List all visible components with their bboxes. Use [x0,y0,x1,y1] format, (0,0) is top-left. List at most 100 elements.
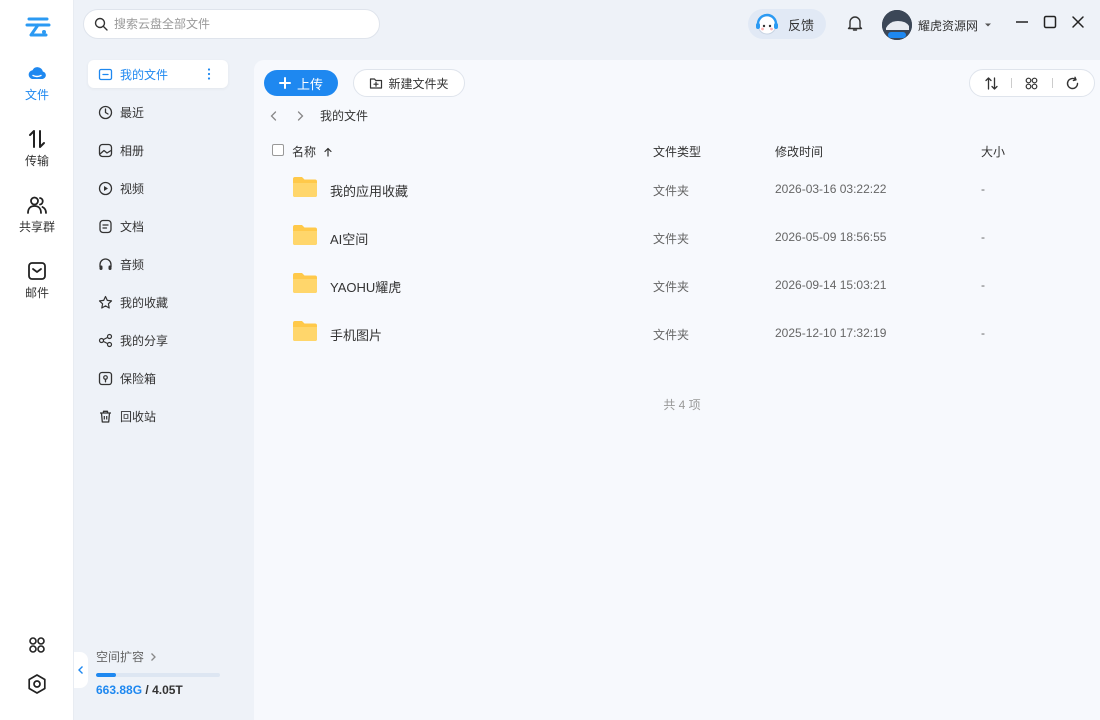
forward-icon[interactable] [294,110,306,122]
file-size: - [981,182,985,196]
rail-item-files[interactable]: 文件 [0,62,74,103]
top-bar: 反馈 耀虎资源网 [74,0,1100,48]
refresh-icon[interactable] [1065,76,1080,91]
nav-item-document[interactable]: 文档 [88,212,228,240]
rail-item-label: 邮件 [24,286,49,300]
rail-item-transfer[interactable]: 传输 [0,128,74,169]
bell-icon[interactable] [846,14,864,32]
settings-icon[interactable] [26,673,48,695]
divider [1011,78,1013,88]
column-header-type[interactable]: 文件类型 [653,143,701,160]
sidebar-collapse-button[interactable] [74,652,88,688]
file-size: - [981,278,985,292]
folder-icon [293,273,317,293]
more-options-icon[interactable] [207,67,211,81]
new-folder-icon [370,78,383,89]
nav-item-label: 最近 [120,105,145,120]
nav-item-shares[interactable]: 我的分享 [88,326,228,354]
feedback-label: 反馈 [788,17,815,33]
mail-icon [28,262,46,280]
nav-item-recent[interactable]: 最近 [88,98,228,126]
table-row[interactable]: 我的应用收藏 文件夹 2026-03-16 03:22:22 - [254,166,1100,214]
file-name: 我的应用收藏 [330,184,409,199]
upload-button[interactable]: 上传 [264,70,338,96]
caret-down-icon [985,23,992,27]
file-size: - [981,230,985,244]
table-header: 名称 文件类型 修改时间 大小 [272,140,1082,160]
nav-item-my-files[interactable]: 我的文件 [88,60,228,88]
storage-panel: 空间扩容 663.88G / 4.05T [96,648,220,697]
headphones-icon [99,257,112,270]
transfer-icon [29,130,45,148]
upload-label: 上传 [296,76,323,92]
file-type: 文件夹 [653,232,690,246]
file-type: 文件夹 [653,184,690,198]
column-header-size[interactable]: 大小 [981,143,1005,160]
chevron-left-icon [78,666,83,674]
sort-asc-icon [324,147,332,157]
grid-view-icon[interactable] [1024,76,1039,91]
nav-item-label: 保险箱 [120,371,157,386]
table-row[interactable]: YAOHU耀虎 文件夹 2026-09-14 15:03:21 - [254,262,1100,310]
apps-grid-icon[interactable] [26,634,48,656]
mascot-icon [756,13,778,35]
file-name: AI空间 [330,232,369,247]
username: 耀虎资源网 [918,18,979,33]
group-icon [27,196,47,214]
storage-expand-link[interactable]: 空间扩容 [96,648,220,665]
nav-item-audio[interactable]: 音频 [88,250,228,278]
minimize-icon[interactable] [1014,14,1030,30]
storage-bar [96,673,220,677]
close-icon[interactable] [1070,14,1086,30]
nav-item-trash[interactable]: 回收站 [88,402,228,430]
new-folder-button[interactable]: 新建文件夹 [353,69,465,97]
file-modified: 2026-09-14 15:03:21 [775,278,887,292]
column-header-name[interactable]: 名称 [292,143,333,160]
cloud-icon [28,67,46,79]
file-browser: 上传 新建文件夹 我的文件 名称 文件类型 修改时间 大小 我的应用收藏 文件夹… [254,60,1100,720]
nav-item-favorites[interactable]: 我的收藏 [88,288,228,316]
breadcrumb-current[interactable]: 我的文件 [320,107,368,124]
clock-icon [98,105,113,119]
user-menu[interactable]: 耀虎资源网 [882,10,992,40]
folder-icon [98,68,113,80]
folder-icon [293,321,317,341]
app-logo-icon [25,17,51,37]
rail-item-group[interactable]: 共享群 [0,194,74,235]
search-icon [94,17,108,31]
feedback-button[interactable]: 反馈 [748,9,826,39]
file-modified: 2025-12-10 17:32:19 [775,326,887,340]
column-header-modified[interactable]: 修改时间 [775,143,823,160]
table-row[interactable]: AI空间 文件夹 2026-05-09 18:56:55 - [254,214,1100,262]
nav-item-video[interactable]: 视频 [88,174,228,202]
nav-item-label: 相册 [120,143,145,158]
star-icon [98,295,113,309]
share-icon [98,333,113,347]
nav-item-album[interactable]: 相册 [88,136,228,164]
folder-icon [293,225,317,245]
sort-icon[interactable] [984,76,999,91]
storage-expand-label: 空间扩容 [96,650,145,664]
safe-icon [98,371,113,385]
nav-sidebar: 我的文件 最近 相册 视频 文档 音频 我的收藏 我的分享 保险箱 回收站 空间… [74,48,242,720]
table-row[interactable]: 手机图片 文件夹 2025-12-10 17:32:19 - [254,310,1100,358]
nav-item-label: 视频 [120,181,145,196]
file-name: YAOHU耀虎 [330,280,402,295]
back-icon[interactable] [268,110,280,122]
search-input[interactable] [114,17,364,31]
search-box[interactable] [83,9,380,39]
maximize-icon[interactable] [1042,14,1058,30]
new-folder-label: 新建文件夹 [388,76,449,91]
storage-total: 4.05T [152,683,183,697]
storage-used: 663.88G [96,683,143,697]
rail-item-mail[interactable]: 邮件 [0,260,74,301]
item-count: 共 4 项 [663,398,701,412]
file-modified: 2026-05-09 18:56:55 [775,230,887,244]
nav-item-safe[interactable]: 保险箱 [88,364,228,392]
file-size: - [981,326,985,340]
select-all-checkbox[interactable] [272,144,284,156]
file-type: 文件夹 [653,280,690,294]
file-modified: 2026-03-16 03:22:22 [775,182,887,196]
avatar-image-icon [882,10,912,40]
plus-icon [278,77,291,89]
